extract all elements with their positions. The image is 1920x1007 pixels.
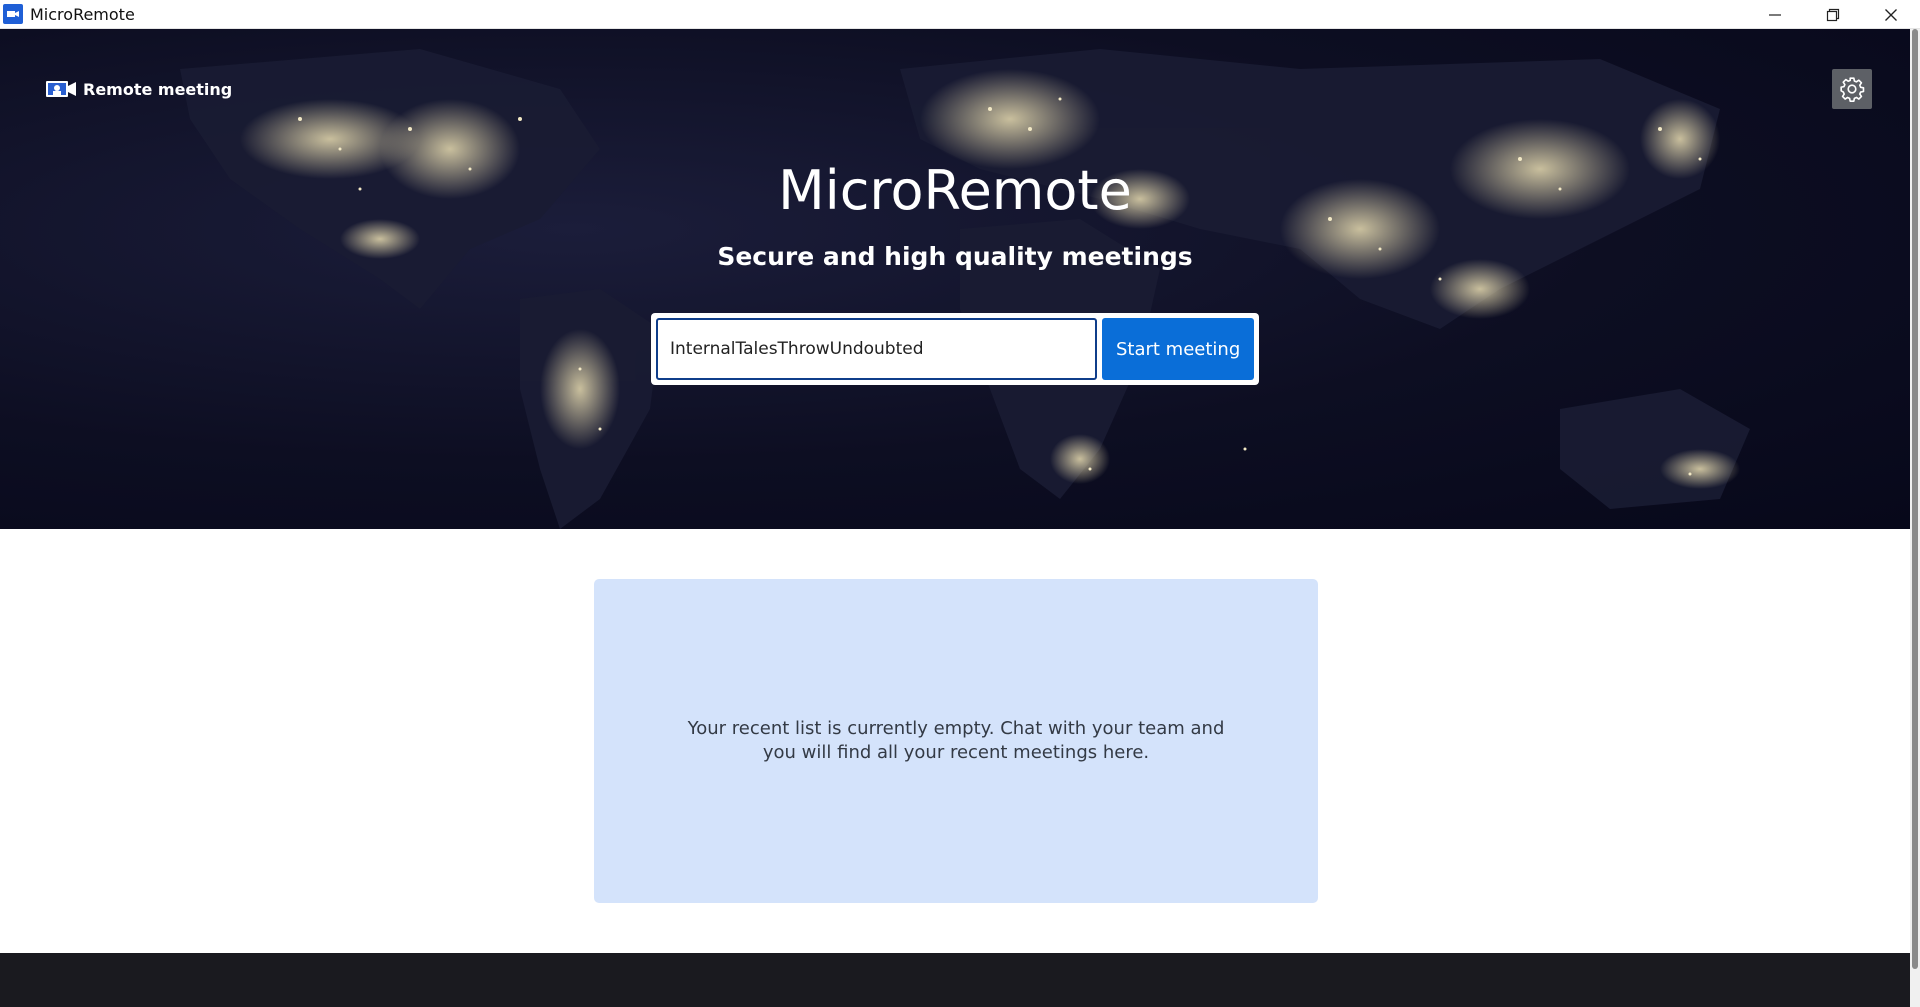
brand: Remote meeting	[45, 79, 232, 99]
hero-banner: Remote meeting MicroRemote Secure and hi…	[0, 29, 1910, 529]
window-title: MicroRemote	[30, 4, 135, 24]
hero-subtitle: Secure and high quality meetings	[717, 242, 1193, 271]
video-camera-icon	[3, 4, 23, 24]
recent-meetings-panel: Your recent list is currently empty. Cha…	[594, 579, 1318, 903]
gear-icon	[1840, 77, 1865, 102]
minimize-icon	[1769, 13, 1781, 16]
video-camera-icon	[45, 79, 77, 99]
close-icon	[1885, 8, 1897, 21]
room-name-input[interactable]	[656, 318, 1098, 380]
vertical-scrollbar[interactable]	[1910, 29, 1920, 1007]
scrollbar-thumb[interactable]	[1912, 29, 1918, 969]
restore-icon	[1826, 8, 1840, 21]
window-title-bar: MicroRemote	[0, 0, 1920, 29]
hero-title: MicroRemote	[778, 159, 1132, 222]
window-controls	[1746, 0, 1920, 29]
brand-label: Remote meeting	[83, 79, 233, 99]
close-button[interactable]	[1862, 0, 1920, 29]
minimize-button[interactable]	[1746, 0, 1804, 29]
footer	[0, 953, 1910, 1007]
meeting-form: Start meeting	[651, 313, 1259, 385]
settings-button[interactable]	[1832, 69, 1872, 109]
restore-button[interactable]	[1804, 0, 1862, 29]
recent-empty-message: Your recent list is currently empty. Cha…	[687, 718, 1225, 763]
start-meeting-button[interactable]: Start meeting	[1102, 318, 1254, 380]
earth-night-background	[180, 49, 1750, 529]
